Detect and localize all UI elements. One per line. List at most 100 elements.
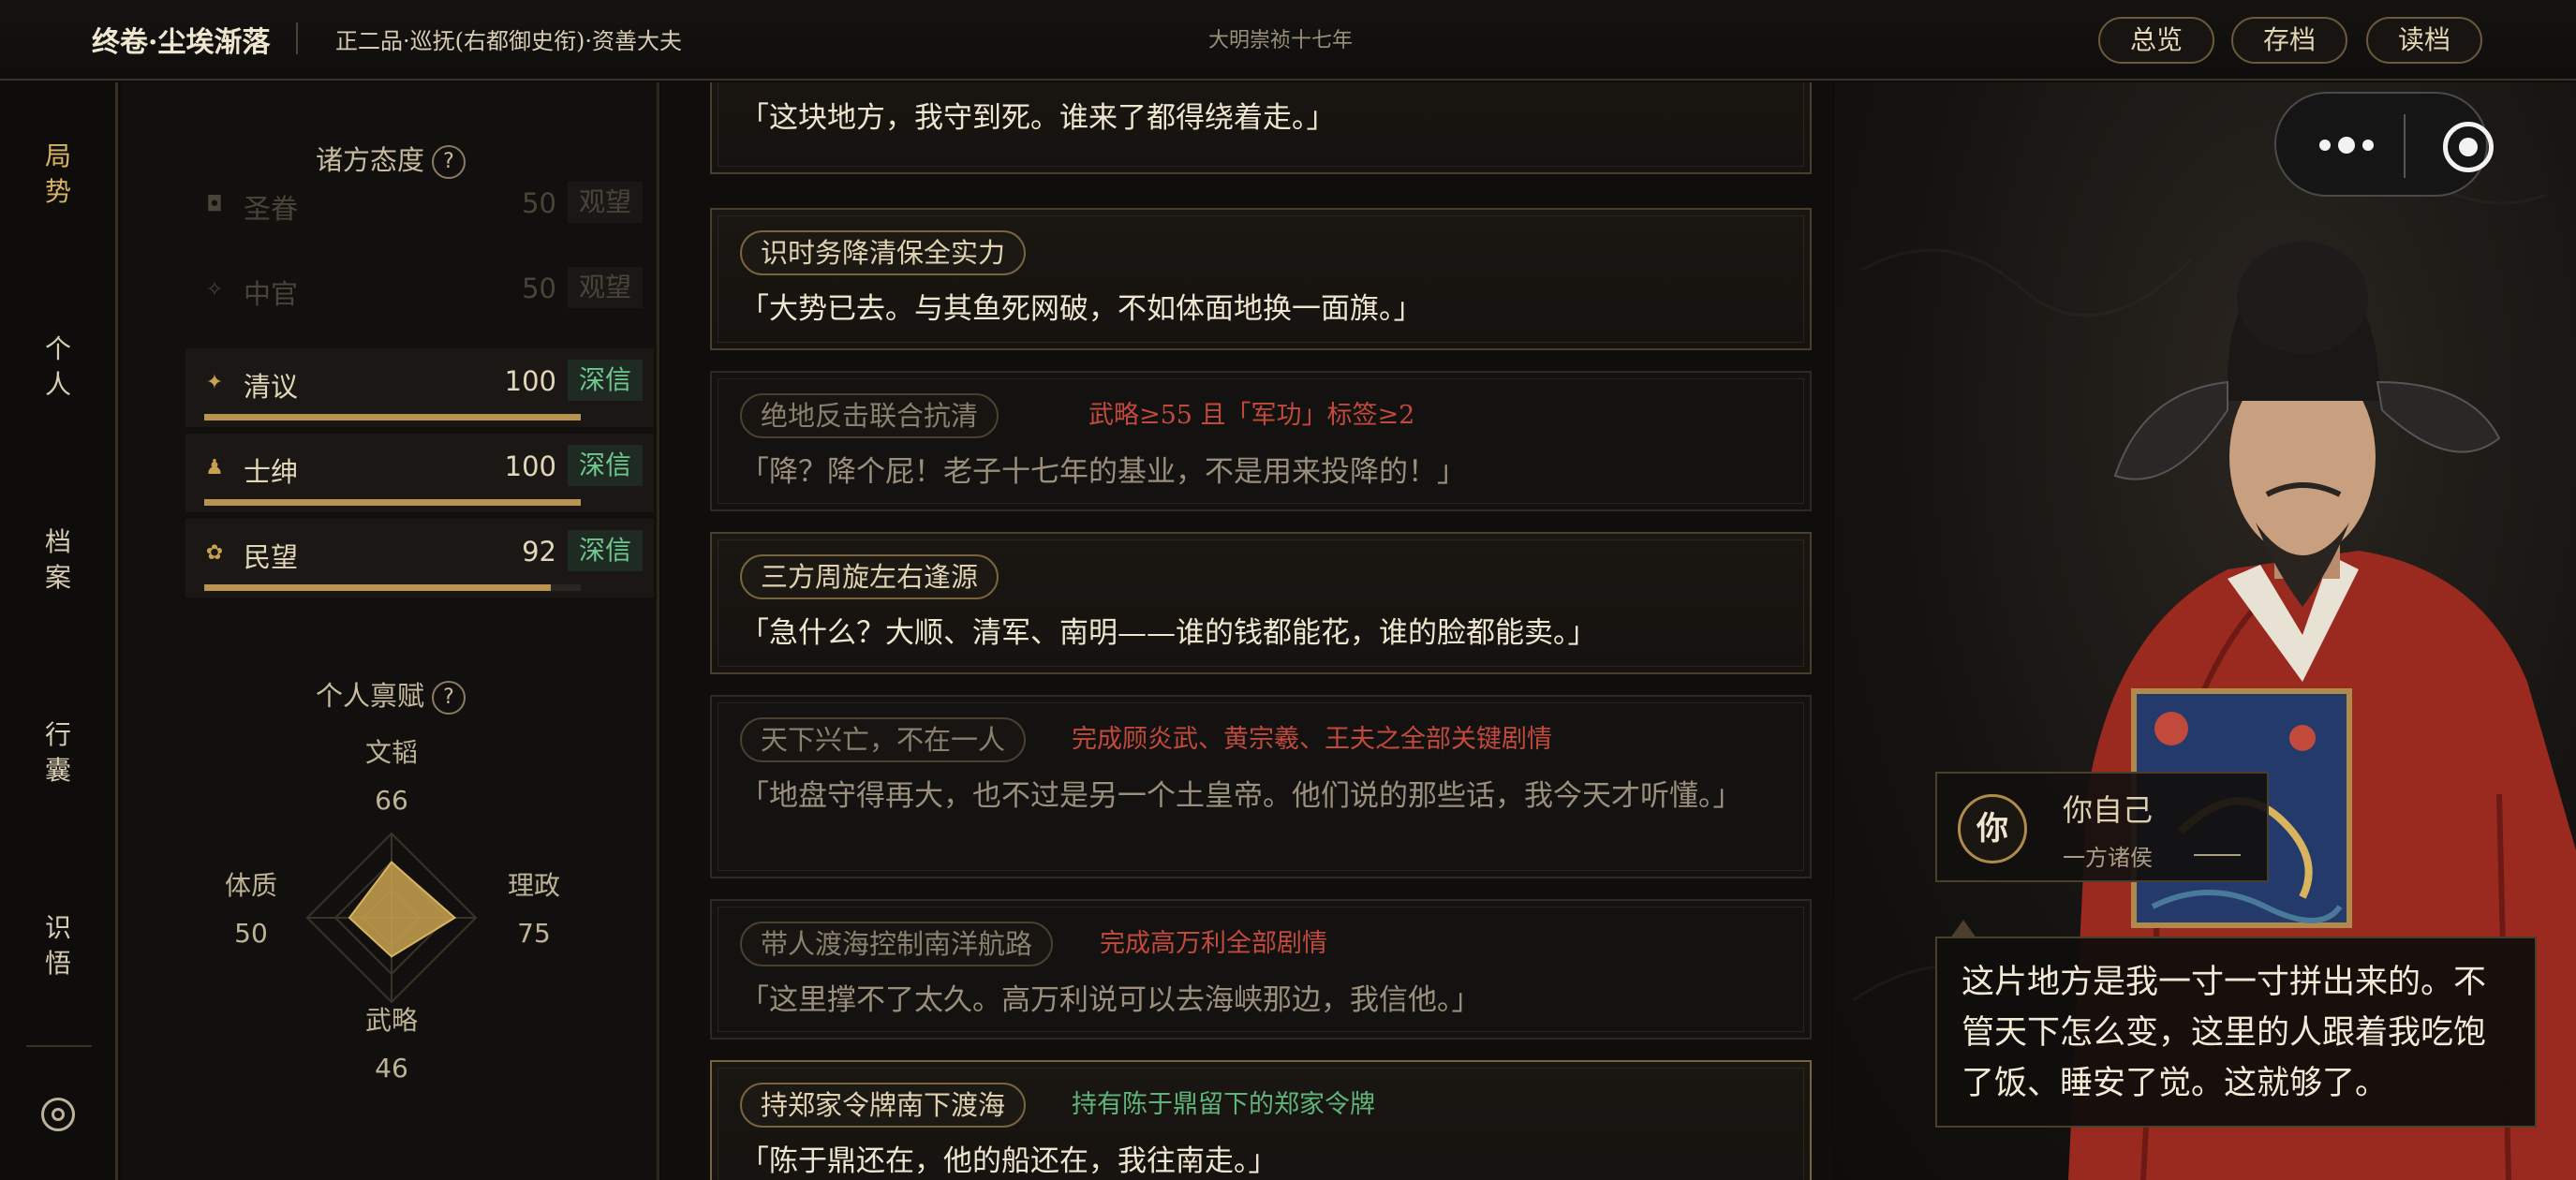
faction-row: ✿ 民望 92 深信: [185, 519, 654, 597]
faction-progress-bar: [204, 499, 581, 506]
overview-button[interactable]: 总览: [2098, 17, 2214, 64]
mini-program-capsule: [2274, 92, 2494, 197]
faction-status: 观望: [568, 182, 643, 223]
faction-progress-fill: [204, 414, 581, 420]
nav-label: 行 囊: [44, 719, 71, 786]
faction-value: 100: [504, 365, 556, 397]
era-label: 大明崇祯十七年: [1208, 29, 1354, 52]
nav-label: 局 势: [44, 140, 71, 207]
faction-row: ✦ 清议 100 深信: [185, 348, 654, 427]
side-nav: 局 势 个 人 档 案 行 囊 识 悟: [0, 82, 118, 1180]
official-rank: 正二品·巡抚(右都御史衔)·资善大夫: [335, 28, 682, 54]
nav-divider: [26, 1045, 92, 1047]
talent-label-wen: 文韬: [364, 737, 418, 768]
gentry-icon: ♟: [205, 456, 224, 479]
faction-value: 92: [522, 536, 556, 568]
faction-row: ✧ 中官 50 观望: [185, 256, 654, 334]
faction-row: ♟ 士绅 100 深信: [185, 434, 654, 512]
ending-title: 带人渡海控制南洋航路: [740, 922, 1054, 966]
talent-radar-shape: [348, 861, 457, 958]
nav-item-personal[interactable]: 个 人: [0, 332, 116, 403]
character-badge: 你: [1958, 794, 2027, 863]
people-icon: ✿: [205, 541, 224, 565]
ending-quote: 「这块地方，我守到死。谁来了都得绕着走。」: [740, 101, 1336, 135]
talents-title: 个人禀赋: [315, 680, 424, 712]
hat-wing-left: [2113, 380, 2228, 480]
talent-value-ti: 50: [234, 918, 268, 949]
talent-value-wen: 66: [375, 785, 408, 816]
faction-status: 观望: [568, 267, 643, 308]
ending-quote: 「急什么？大顺、清军、南明——谁的钱都能花，谁的脸都能卖。」: [740, 616, 1597, 650]
ending-quote: 「大势已去。与其鱼死网破，不如体面地换一面旗。」: [740, 292, 1423, 326]
ending-quote: 「降？降个屁！老子十七年的基业，不是用来投降的！」: [740, 455, 1466, 489]
ending-title: 三方周旋左右逢源: [740, 554, 999, 599]
radar-grid-mid: [333, 860, 450, 976]
faction-progress-fill: [204, 584, 551, 591]
more-icon[interactable]: [2314, 129, 2379, 161]
ending-card-locked[interactable]: 天下兴亡，不在一人 完成顾炎武、黄宗羲、王夫之全部关键剧情 「地盘守得再大，也不…: [710, 695, 1812, 878]
faction-progress-fill: [204, 499, 581, 506]
ending-quote: 「地盘守得再大，也不过是另一个土皇帝。他们说的那些话，我今天才听懂。」: [740, 779, 1742, 813]
ending-card[interactable]: 持郑家令牌南下渡海 持有陈于鼎留下的郑家令牌 「陈于鼎还在，他的船还在，我往南走…: [710, 1060, 1812, 1180]
nav-item-archive[interactable]: 档 案: [0, 524, 116, 596]
scholar-icon: ✦: [205, 371, 224, 394]
chapter-title: 终卷·尘埃渐落: [92, 26, 271, 59]
ending-condition: 完成高万利全部剧情: [1100, 929, 1327, 958]
load-button[interactable]: 读档: [2366, 17, 2482, 64]
faction-progress-bar: [204, 414, 581, 420]
ending-card[interactable]: 三方周旋左右逢源 「急什么？大顺、清军、南明——谁的钱都能花，谁的脸都能卖。」: [710, 532, 1812, 674]
nav-item-inventory[interactable]: 行 囊: [0, 717, 116, 789]
talent-label-li: 理政: [507, 870, 560, 901]
endings-list[interactable]: 「这块地方，我守到死。谁来了都得绕着走。」 识时务降清保全实力 「大势已去。与其…: [661, 82, 1832, 1180]
talent-value-li: 75: [517, 918, 551, 949]
ending-quote: 「这里撑不了太久。高万利说可以去海峡那边，我信他。」: [740, 983, 1481, 1017]
imperial-seal-icon: ◘: [206, 193, 223, 216]
hat-wing-right: [2376, 380, 2501, 453]
faction-name: 中官: [244, 278, 299, 310]
faction-status: 深信: [568, 360, 643, 401]
faction-value: 100: [504, 450, 556, 482]
eunuch-icon: ✧: [205, 278, 224, 302]
ending-title: 持郑家令牌南下渡海: [740, 1083, 1027, 1128]
ending-condition: 持有陈于鼎留下的郑家令牌: [1072, 1090, 1375, 1119]
talent-label-wu: 武略: [364, 1005, 418, 1036]
save-button[interactable]: 存档: [2231, 17, 2347, 64]
faction-name: 民望: [244, 541, 299, 573]
character-card: 你 你自己 一方诸侯: [1935, 772, 2269, 882]
nav-label: 识 悟: [44, 912, 71, 979]
settings-icon[interactable]: [41, 1098, 75, 1131]
capsule-divider: [2404, 114, 2406, 178]
nav-label: 个 人: [44, 333, 71, 400]
close-target-icon[interactable]: [2443, 122, 2494, 172]
talent-label-ti: 体质: [224, 870, 277, 901]
radar-grid: [305, 832, 478, 1004]
ending-card-locked[interactable]: 绝地反击联合抗清 武略≥55 且「军功」标签≥2 「降？降个屁！老子十七年的基业…: [710, 371, 1812, 511]
faction-name: 圣眷: [244, 193, 299, 225]
faction-status: 深信: [568, 445, 643, 486]
faction-name: 清议: [244, 371, 299, 403]
stats-panel: 诸方态度? ◘ 圣眷 50 观望 ✧ 中官 50 观望 ✦ 清议 100 深信 …: [122, 82, 659, 1180]
speech-bubble: 这片地方是我一寸一寸拼出来的。不管天下怎么变，这里的人跟着我吃饱了饭、睡安了觉。…: [1935, 920, 2537, 1128]
ending-card[interactable]: 「这块地方，我守到死。谁来了都得绕着走。」: [710, 82, 1812, 174]
character-title: 一方诸侯: [2063, 845, 2153, 871]
ending-title: 绝地反击联合抗清: [740, 393, 999, 438]
faction-name: 士绅: [244, 456, 299, 488]
radar-grid-outer: [305, 832, 478, 1004]
ending-condition: 完成顾炎武、黄宗羲、王夫之全部关键剧情: [1072, 725, 1552, 754]
ending-card[interactable]: 识时务降清保全实力 「大势已去。与其鱼死网破，不如体面地换一面旗。」: [710, 208, 1812, 350]
faction-value: 50: [522, 273, 556, 304]
nav-item-situation[interactable]: 局 势: [0, 139, 116, 210]
ending-quote: 「陈于鼎还在，他的船还在，我往南走。」: [740, 1144, 1278, 1178]
nav-item-insight[interactable]: 识 悟: [0, 910, 116, 981]
top-bar: 终卷·尘埃渐落 正二品·巡抚(右都御史衔)·资善大夫 大明崇祯十七年 总览 存档…: [0, 0, 2576, 81]
title-dash: [2194, 854, 2241, 856]
radar-grid-inner: [362, 888, 422, 948]
talent-value-wu: 46: [375, 1053, 408, 1084]
ending-card-locked[interactable]: 带人渡海控制南洋航路 完成高万利全部剧情 「这里撑不了太久。高万利说可以去海峡那…: [710, 899, 1812, 1040]
faction-value: 50: [522, 187, 556, 219]
help-icon[interactable]: ?: [432, 681, 466, 715]
faction-row: ◘ 圣眷 50 观望: [185, 170, 654, 249]
ending-title: 天下兴亡，不在一人: [740, 717, 1027, 762]
title-divider: [296, 22, 298, 54]
ending-title: 识时务降清保全实力: [740, 230, 1027, 275]
